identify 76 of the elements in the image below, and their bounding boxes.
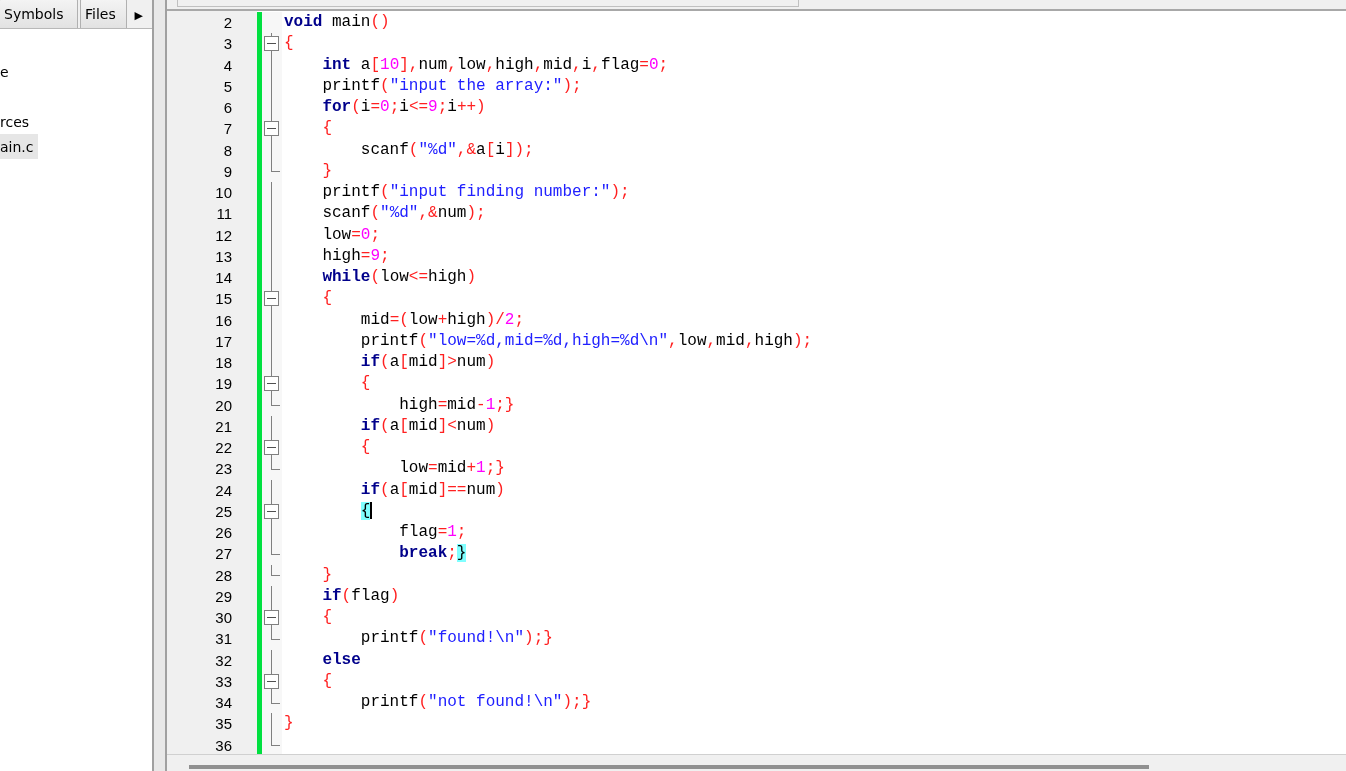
line-number: 31	[214, 630, 232, 648]
code-line: low=mid+1;}	[398, 459, 505, 479]
tree-item[interactable]: ain.c	[0, 134, 38, 159]
line-number: 3	[222, 35, 232, 53]
code-line: void main()	[284, 13, 390, 33]
line-number: 36	[214, 736, 232, 754]
code-line: scanf("%d",&a[i]);	[359, 140, 534, 160]
horizontal-scrollbar[interactable]	[189, 765, 1149, 769]
code-line: if(a[mid]==num)	[359, 480, 505, 500]
code-line: mid=(low+high)/2;	[359, 310, 525, 330]
code-line: {	[321, 119, 332, 139]
code-line: low=0;	[321, 225, 381, 245]
line-number: 4	[222, 56, 232, 74]
line-number: 28	[214, 566, 232, 584]
code-line: high=9;	[321, 246, 390, 266]
line-number: 21	[214, 417, 232, 435]
code-line: for(i=0;i<=9;i++)	[321, 98, 486, 118]
code-line: {	[321, 608, 332, 628]
code-line: printf("not found!\n");}	[359, 693, 592, 713]
line-number: 19	[214, 375, 232, 393]
code-line: {	[321, 289, 332, 309]
line-number: 25	[214, 502, 232, 520]
sidebar-tab[interactable]: Symbols	[0, 0, 78, 28]
code-line: if(flag)	[321, 586, 400, 606]
line-number: 27	[214, 545, 232, 563]
code-line: {	[321, 671, 332, 691]
line-number: 16	[214, 311, 232, 329]
code-line: printf("low=%d,mid=%d,high=%d\n",low,mid,high);	[359, 331, 813, 351]
line-number: 2	[222, 14, 232, 32]
line-number: 8	[222, 141, 232, 159]
line-number: 30	[214, 609, 232, 627]
line-number: 11	[215, 205, 232, 223]
code-line: {	[359, 374, 371, 394]
line-number: 33	[214, 672, 232, 690]
code-line: int a[10],num,low,high,mid,i,flag=0;	[321, 55, 669, 75]
code-line: scanf("%d",&num);	[321, 204, 486, 224]
code-line: }	[321, 161, 332, 181]
line-number: 13	[214, 247, 232, 265]
line-number: 10	[214, 184, 232, 202]
fold-margin-drawing[interactable]	[262, 12, 282, 754]
line-number: 5	[222, 77, 232, 95]
line-number: 34	[214, 694, 232, 712]
code-line: while(low<=high)	[321, 268, 477, 288]
code-line: printf("input finding number:");	[321, 183, 630, 203]
code-line: printf("found!\n");}	[359, 629, 553, 649]
tree-item[interactable]: rces	[0, 109, 34, 134]
code-line: }	[321, 565, 332, 585]
code-line: high=mid-1;}	[398, 395, 515, 415]
code-line: printf("input the array:");	[321, 76, 582, 96]
line-number: 17	[214, 332, 232, 350]
line-number: 12	[214, 226, 232, 244]
line-number: 26	[214, 524, 232, 542]
code-line: }	[284, 714, 294, 734]
line-number: 22	[214, 439, 232, 457]
line-number: 24	[214, 481, 232, 499]
tree-item[interactable]: e	[0, 59, 13, 84]
line-number: 20	[214, 396, 232, 414]
line-number: 29	[214, 587, 232, 605]
code-line: {	[284, 34, 294, 54]
line-number: 6	[222, 99, 232, 117]
line-number: 14	[214, 269, 232, 287]
line-number: 23	[214, 460, 232, 478]
code-line: if(a[mid]<num)	[359, 416, 496, 436]
line-number: 9	[222, 162, 232, 180]
code-line: break;}	[398, 544, 467, 564]
code-line: {	[359, 438, 371, 458]
line-number: 15	[214, 290, 232, 308]
line-number: 18	[214, 354, 232, 372]
line-number: 32	[214, 651, 232, 669]
code-line: else	[321, 650, 361, 670]
line-number: 7	[222, 120, 232, 138]
line-number: 35	[214, 715, 232, 733]
code-line: if(a[mid]>num)	[359, 353, 496, 373]
code-line: flag=1;	[398, 523, 467, 543]
sidebar-tab[interactable]: Files	[80, 0, 127, 28]
panel-splitter[interactable]	[152, 0, 167, 771]
